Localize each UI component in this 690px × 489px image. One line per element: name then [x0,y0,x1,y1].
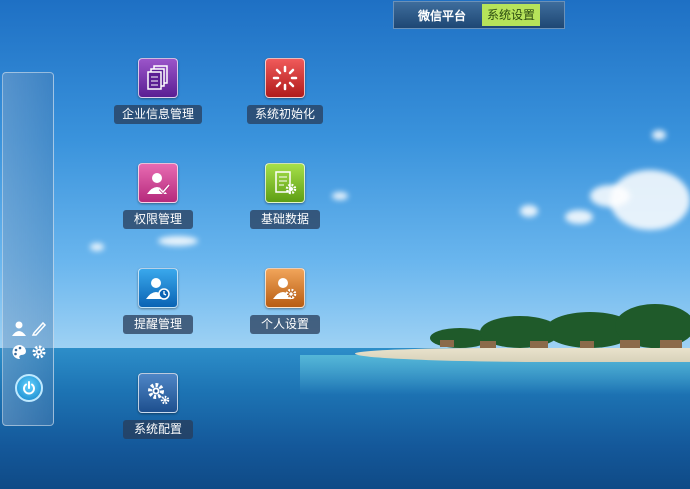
app-system-config[interactable]: 系统配置 [114,373,202,439]
top-nav-bar: 微信平台 系统设置 [393,1,565,29]
app-reminders[interactable]: 提醒管理 [114,268,202,334]
left-dock [2,72,54,426]
wallpaper-cloud [90,243,104,251]
app-label: 个人设置 [250,315,320,334]
wallpaper-cloud [332,192,348,200]
wallpaper-island-trees [430,304,690,348]
desktop-wallpaper [0,0,690,489]
user-check-icon [138,163,178,203]
wallpaper-cloud [158,236,198,246]
app-personal-settings[interactable]: 个人设置 [241,268,329,334]
app-label: 基础数据 [250,210,320,229]
app-label: 权限管理 [123,210,193,229]
palette-icon[interactable] [11,344,27,360]
tab-wechat-platform[interactable]: 微信平台 [418,7,466,24]
app-label: 系统初始化 [246,105,323,124]
user-gear-icon [265,268,305,308]
app-system-init[interactable]: 系统初始化 [241,58,329,124]
power-icon [23,381,35,395]
wallpaper-cloud [565,210,593,224]
document-gear-icon [265,163,305,203]
app-label: 提醒管理 [123,315,193,334]
app-label: 企业信息管理 [114,105,202,124]
wallpaper-cloud [590,185,630,207]
reset-burst-icon [265,58,305,98]
power-button[interactable] [15,374,43,402]
app-label: 系统配置 [123,420,193,439]
user-clock-icon [138,268,178,308]
app-permissions[interactable]: 权限管理 [114,163,202,229]
user-icon[interactable] [11,320,27,336]
tab-system-settings[interactable]: 系统设置 [482,4,541,26]
wallpaper-cloud [652,130,666,140]
wallpaper-cloud [520,205,538,217]
app-basic-data[interactable]: 基础数据 [241,163,329,229]
app-enterprise-info[interactable]: 企业信息管理 [114,58,202,124]
gears-icon [138,373,178,413]
pencil-icon[interactable] [31,320,47,336]
gear-icon[interactable] [31,344,47,360]
documents-icon [138,58,178,98]
